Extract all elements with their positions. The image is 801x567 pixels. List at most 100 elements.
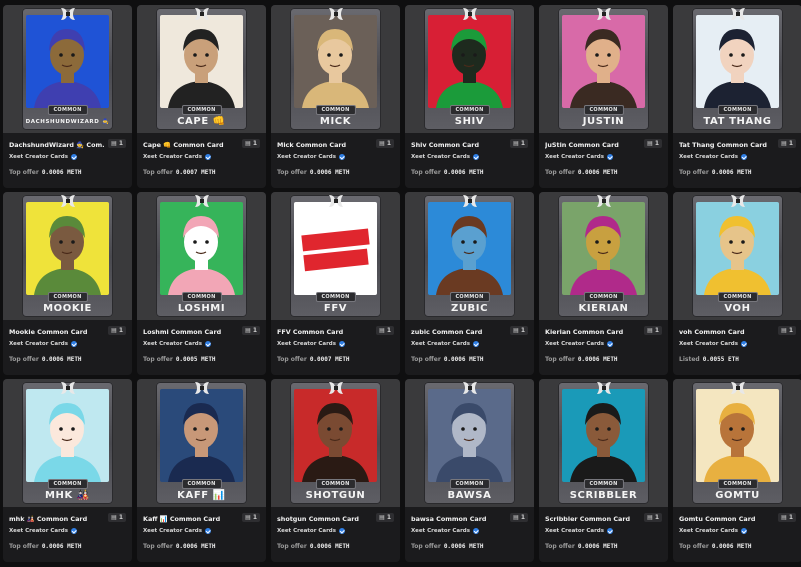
creator-name: Xeet Creator Cards: [9, 153, 68, 160]
card-title[interactable]: Kierian Common Card: [545, 327, 641, 337]
card-art-area: COMMON SHIV: [405, 5, 534, 133]
nft-card[interactable]: COMMON SCRIBBLER Scribbler Common Card ▤ 1 Xe…: [539, 379, 668, 562]
creator-row[interactable]: Xeet Creator Cards: [679, 152, 796, 161]
card-art-area: COMMON VOH: [673, 192, 801, 320]
card-title[interactable]: zubic Common Card: [411, 327, 507, 337]
quantity-value: 1: [654, 327, 659, 334]
verified-icon: [741, 340, 747, 347]
card-title[interactable]: mhk 🎎 Common Card: [9, 514, 105, 524]
card-title[interactable]: FFV Common Card: [277, 327, 373, 337]
nft-card[interactable]: COMMON GOMTU Gomtu Common Card ▤ 1 Xeet Creat…: [673, 379, 801, 562]
stack-icon: ▤: [781, 140, 787, 147]
card-art-image: [160, 202, 243, 295]
quantity-value: 1: [520, 514, 525, 521]
nft-card[interactable]: COMMON LOSHMI Loshmi Common Card ▤ 1 Xeet Cre…: [137, 192, 266, 375]
quantity-value: 1: [654, 514, 659, 521]
card-title[interactable]: shotgun Common Card: [277, 514, 373, 524]
card-title[interactable]: Kaff 📊 Common Card: [143, 514, 239, 524]
nft-card[interactable]: COMMON CAPE 👊 Cape 👊 Common Card ▤ 1 Xeet Cre…: [137, 5, 266, 188]
quantity-value: 1: [788, 514, 793, 521]
creator-row[interactable]: Xeet Creator Cards: [143, 152, 260, 161]
card-frame: COMMON BAWSA: [424, 382, 515, 504]
creator-row[interactable]: Xeet Creator Cards: [9, 339, 126, 348]
creator-name: Xeet Creator Cards: [679, 527, 738, 534]
nft-card[interactable]: COMMON ZUBIC zubic Common Card ▤ 1 Xeet Creat…: [405, 192, 534, 375]
nft-card[interactable]: COMMON SHIV Shiv Common Card ▤ 1 Xeet Creator…: [405, 5, 534, 188]
creator-row[interactable]: Xeet Creator Cards: [411, 339, 528, 348]
card-title[interactable]: Gomtu Common Card: [679, 514, 775, 524]
creator-row[interactable]: Xeet Creator Cards: [679, 339, 796, 348]
price-label: Top offer: [679, 169, 709, 176]
card-title[interactable]: Loshmi Common Card: [143, 327, 239, 337]
quantity-value: 1: [654, 140, 659, 147]
xeet-logo-icon: [596, 8, 611, 20]
creator-row[interactable]: Xeet Creator Cards: [277, 152, 394, 161]
price-value: 0.0006 METH: [577, 356, 618, 363]
card-title[interactable]: JuStin Common Card: [545, 140, 641, 150]
card-info: Tat Thang Common Card ▤ 1 Xeet Creator Card…: [673, 133, 801, 176]
card-title[interactable]: Cape 👊 Common Card: [143, 140, 239, 150]
card-name: JUSTIN: [582, 116, 625, 127]
card-art-area: COMMON KAFF 📊: [137, 379, 266, 507]
creator-row[interactable]: Xeet Creator Cards: [411, 526, 528, 535]
quantity-badge: ▤ 1: [376, 326, 394, 335]
nft-card[interactable]: COMMON KIERIAN Kierian Common Card ▤ 1 Xeet C…: [539, 192, 668, 375]
creator-row[interactable]: Xeet Creator Cards: [143, 339, 260, 348]
quantity-badge: ▤ 1: [778, 513, 796, 522]
creator-row[interactable]: Xeet Creator Cards: [545, 152, 662, 161]
card-art: [160, 389, 243, 482]
creator-row[interactable]: Xeet Creator Cards: [679, 526, 796, 535]
nft-card[interactable]: COMMON DACHSHUNDWIZARD 🧙 DachshundWizard 🧙…: [3, 5, 132, 188]
card-title[interactable]: Tat Thang Common Card: [679, 140, 775, 150]
nft-card[interactable]: COMMON KAFF 📊 Kaff 📊 Common Card ▤ 1 Xeet Cre…: [137, 379, 266, 562]
card-frame: COMMON KIERIAN: [558, 195, 649, 317]
nft-card[interactable]: COMMON MOOKIE Mookie Common Card ▤ 1 Xeet Cre…: [3, 192, 132, 375]
card-info: Kierian Common Card ▤ 1 Xeet Creator Cards T…: [539, 320, 668, 363]
price-row: Top offer 0.0006 METH: [9, 356, 126, 363]
card-name: MOOKIE: [43, 303, 92, 314]
card-art: [160, 15, 243, 108]
card-title[interactable]: Mick Common Card: [277, 140, 373, 150]
creator-row[interactable]: Xeet Creator Cards: [9, 526, 126, 535]
nft-card[interactable]: COMMON TAT THANG Tat Thang Common Card ▤ 1 Xe…: [673, 5, 801, 188]
nft-card[interactable]: COMMON SHOTGUN shotgun Common Card ▤ 1 Xeet C…: [271, 379, 400, 562]
creator-row[interactable]: Xeet Creator Cards: [9, 152, 126, 161]
card-info: zubic Common Card ▤ 1 Xeet Creator Cards Top…: [405, 320, 534, 363]
creator-row[interactable]: Xeet Creator Cards: [143, 526, 260, 535]
card-title[interactable]: DachshundWizard 🧙 Com...: [9, 140, 105, 150]
card-art-area: COMMON MOOKIE: [3, 192, 132, 320]
card-title[interactable]: bawsa Common Card: [411, 514, 507, 524]
nft-card[interactable]: COMMON MICK Mick Common Card ▤ 1 Xeet Creator…: [271, 5, 400, 188]
verified-icon: [205, 340, 211, 347]
creator-row[interactable]: Xeet Creator Cards: [277, 526, 394, 535]
xeet-logo-icon: [60, 382, 75, 394]
card-art: [26, 202, 109, 295]
rarity-badge: COMMON: [583, 479, 624, 489]
nft-card[interactable]: COMMON JUSTIN JuStin Common Card ▤ 1 Xeet Cre…: [539, 5, 668, 188]
stack-icon: ▤: [513, 140, 519, 147]
card-title[interactable]: Shiv Common Card: [411, 140, 507, 150]
nft-card[interactable]: COMMON VOH voh Common Card ▤ 1 Xeet Creator C…: [673, 192, 801, 375]
card-title[interactable]: voh Common Card: [679, 327, 775, 337]
nft-card[interactable]: COMMON FFV FFV Common Card ▤ 1 Xeet Creator C…: [271, 192, 400, 375]
card-title[interactable]: Scribbler Common Card: [545, 514, 641, 524]
card-info: mhk 🎎 Common Card ▤ 1 Xeet Creator Cards Top…: [3, 507, 132, 550]
price-value: 0.0007 METH: [309, 356, 350, 363]
stack-icon: ▤: [781, 327, 787, 334]
card-grid: COMMON DACHSHUNDWIZARD 🧙 DachshundWizard 🧙…: [3, 5, 801, 562]
creator-row[interactable]: Xeet Creator Cards: [411, 152, 528, 161]
quantity-value: 1: [386, 514, 391, 521]
creator-row[interactable]: Xeet Creator Cards: [545, 526, 662, 535]
card-art: [26, 15, 109, 108]
card-art: [160, 202, 243, 295]
creator-name: Xeet Creator Cards: [277, 527, 336, 534]
creator-row[interactable]: Xeet Creator Cards: [545, 339, 662, 348]
creator-row[interactable]: Xeet Creator Cards: [277, 339, 394, 348]
nft-card[interactable]: COMMON BAWSA bawsa Common Card ▤ 1 Xeet Creat…: [405, 379, 534, 562]
card-art: [294, 202, 377, 295]
quantity-value: 1: [118, 514, 123, 521]
card-art: [562, 389, 645, 482]
card-title[interactable]: Mookie Common Card: [9, 327, 105, 337]
card-art-image: [562, 15, 645, 108]
nft-card[interactable]: COMMON MHK 🎎 mhk 🎎 Common Card ▤ 1 Xeet Creat…: [3, 379, 132, 562]
